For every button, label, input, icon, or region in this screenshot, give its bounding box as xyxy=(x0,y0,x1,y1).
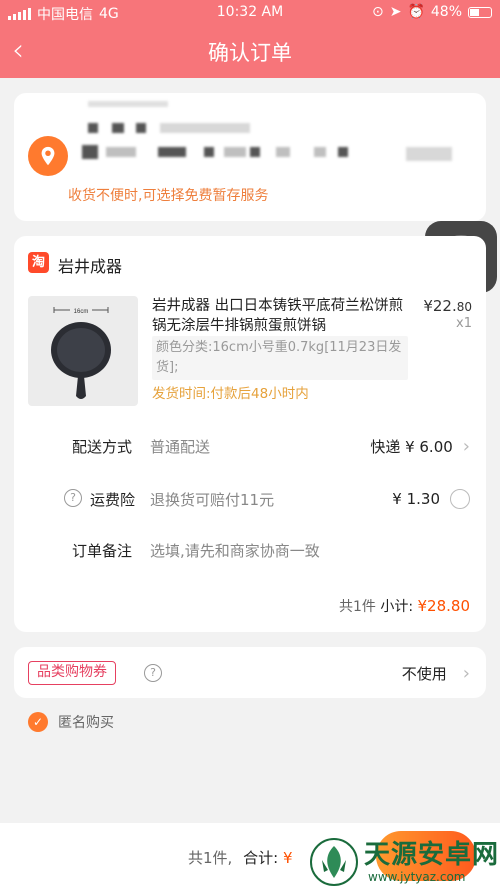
redacted-block xyxy=(88,123,98,133)
delivery-price: 快递 ¥ 6.00 xyxy=(370,438,453,456)
subtotal-label: 小计: xyxy=(380,599,414,615)
product-qty: x1 xyxy=(456,316,472,331)
redacted-block xyxy=(276,147,290,157)
redacted-block xyxy=(160,123,250,133)
note-input[interactable]: 选填,请先和商家协商一致 xyxy=(150,540,320,561)
anonymous-purchase[interactable]: ✓ 匿名购买 xyxy=(28,712,114,732)
total-summary: 共1件, 合计: ¥ xyxy=(188,847,292,868)
battery-icon xyxy=(468,6,492,18)
shop-name[interactable]: 岩井成器 xyxy=(58,253,122,277)
note-row: 订单备注 选填,请先和商家协商一致 xyxy=(14,540,486,570)
insurance-value: 退换货可赔付11元 xyxy=(150,491,275,509)
coupon-tag: 品类购物券 xyxy=(28,661,116,685)
product-image[interactable]: 16cm xyxy=(28,296,138,406)
coupon-value: 不使用 xyxy=(401,665,447,683)
coupon-value-wrap: 不使用 › xyxy=(402,663,470,684)
subtotal-count: 共1件 xyxy=(338,599,376,615)
product-title[interactable]: 岩井成器 出口日本铸铁平底荷兰松饼煎锅无涂层牛排锅煎蛋煎饼锅 xyxy=(152,296,414,336)
price-cents: 80 xyxy=(456,300,472,314)
nav-bar: ‹ 确认订单 xyxy=(0,26,500,78)
total-label: 合计: xyxy=(243,849,279,867)
battery-percent: 48% xyxy=(430,4,462,20)
redacted-block xyxy=(224,147,246,157)
help-icon[interactable]: ? xyxy=(144,664,162,682)
page-title: 确认订单 xyxy=(208,41,292,65)
product-spec: 颜色分类:16cm小号重0.7kg[11月23日发货]; xyxy=(152,336,408,380)
chevron-right-icon: › xyxy=(462,435,470,457)
redacted-block xyxy=(112,123,124,133)
delivery-value: 普通配送 xyxy=(150,438,211,456)
svg-text:16cm: 16cm xyxy=(74,309,89,315)
redacted-name xyxy=(88,101,168,107)
lock-rotation-icon: ⊙ xyxy=(371,4,384,20)
redacted-block xyxy=(106,147,136,157)
product-price: ¥22.80 xyxy=(423,297,472,315)
delivery-price-wrap: 快递 ¥ 6.00 › xyxy=(370,436,470,457)
redacted-block xyxy=(338,147,348,157)
goods-card: 淘 岩井成器 16cm 岩井成器 出口日本铸铁平底荷兰松饼煎锅无涂层牛排锅煎蛋煎… xyxy=(14,236,486,632)
delivery-row[interactable]: 配送方式 普通配送 快递 ¥ 6.00 › xyxy=(14,436,486,466)
ship-time: 发货时间:付款后48小时内 xyxy=(152,386,309,402)
insurance-label: 运费险 xyxy=(90,491,136,509)
coupon-card[interactable]: 品类购物券 ? 不使用 › xyxy=(14,647,486,698)
note-label: 订单备注 xyxy=(72,542,133,560)
total-currency: ¥ xyxy=(282,849,293,867)
insurance-row: ? 运费险 退换货可赔付11元 ¥ 1.30 xyxy=(14,489,486,519)
location-arrow-icon: ➤ xyxy=(389,4,402,20)
redacted-block xyxy=(250,147,260,157)
redacted-block xyxy=(136,123,146,133)
status-right: ⊙ ➤ ⏰ 48% xyxy=(372,4,492,20)
status-bar: 中国电信 4G 10:32 AM ⊙ ➤ ⏰ 48% xyxy=(0,0,500,26)
insurance-price-wrap: ¥ 1.30 xyxy=(392,489,470,509)
redacted-block xyxy=(204,147,214,157)
location-pin-icon xyxy=(28,136,68,176)
subtotal-amount: ¥28.80 xyxy=(417,597,471,615)
redacted-block xyxy=(158,147,186,157)
subtotal: 共1件 小计: ¥28.80 xyxy=(339,596,470,616)
alarm-icon: ⏰ xyxy=(407,4,425,20)
total-count: 共1件, xyxy=(188,849,233,867)
anonymous-label: 匿名购买 xyxy=(58,715,114,731)
redacted-block xyxy=(314,147,326,157)
address-hint[interactable]: 收货不便时,可选择免费暂存服务 xyxy=(68,185,268,205)
taobao-shop-icon: 淘 xyxy=(28,252,49,273)
redacted-block xyxy=(82,145,98,159)
watermark-logo-icon xyxy=(310,838,358,886)
redacted-block xyxy=(406,147,452,161)
chevron-right-icon: › xyxy=(462,662,470,684)
watermark-text: 天源安卓网 xyxy=(364,840,500,870)
insurance-radio[interactable] xyxy=(450,489,470,509)
checkmark-icon[interactable]: ✓ xyxy=(28,712,48,732)
insurance-price: ¥ 1.30 xyxy=(392,490,440,508)
watermark: 天源安卓网 www.jytyaz.com xyxy=(310,830,500,889)
delivery-label: 配送方式 xyxy=(72,438,133,456)
help-icon[interactable]: ? xyxy=(64,489,82,507)
watermark-url: www.jytyaz.com xyxy=(368,870,466,884)
price-main: ¥22. xyxy=(423,297,457,315)
